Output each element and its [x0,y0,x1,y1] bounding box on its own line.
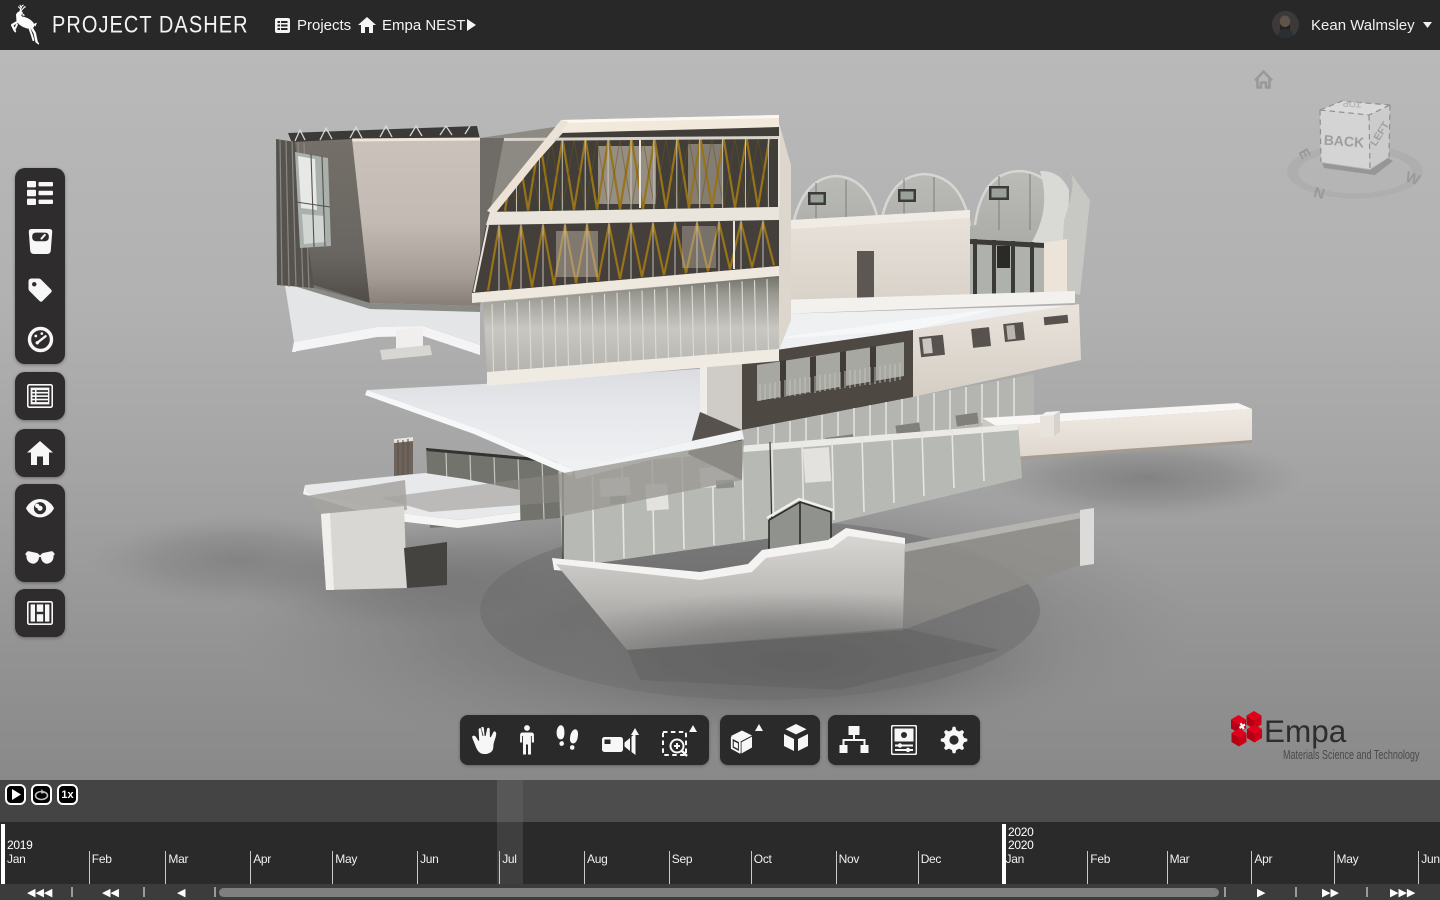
svg-text:TOP: TOP [1343,99,1362,110]
svg-text:BACK: BACK [1323,132,1364,151]
svg-text:N: N [1312,184,1327,203]
